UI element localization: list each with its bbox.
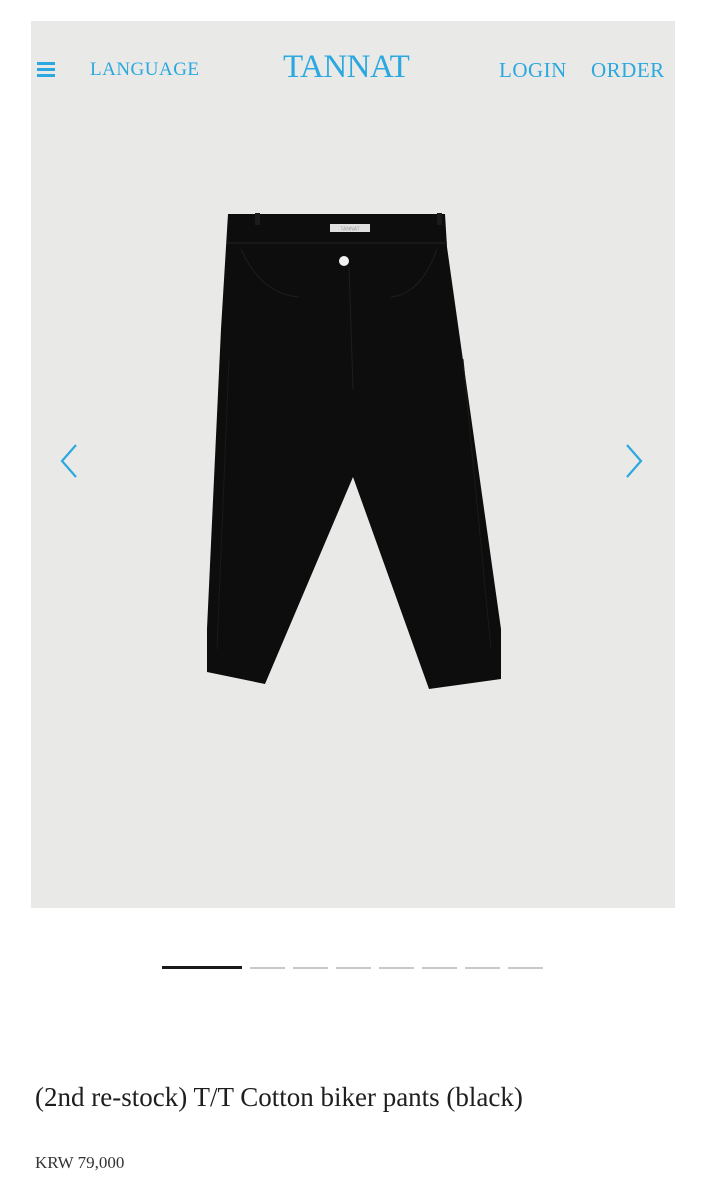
product-image-gallery[interactable]: LANGUAGE TANNAT LOGIN ORDER TANNAT [31,21,675,908]
slide-dot-7[interactable] [465,967,500,969]
chevron-left-icon [60,444,77,478]
product-photo-biker-pants: TANNAT [207,213,501,689]
slide-dot-4[interactable] [336,967,371,969]
product-title: (2nd re-stock) T/T Cotton biker pants (b… [35,1082,523,1112]
product-price: KRW 79,000 [35,1153,125,1172]
hamburger-menu-icon[interactable] [37,62,55,78]
slide-indicator [162,966,552,970]
slide-dot-6[interactable] [422,967,457,969]
slide-dot-8[interactable] [508,967,543,969]
order-link[interactable]: ORDER [591,58,665,83]
slide-dot-5[interactable] [379,967,414,969]
chevron-right-icon [626,444,643,478]
svg-text:TANNAT: TANNAT [340,227,359,233]
slide-dot-2[interactable] [250,967,285,969]
slide-dot-1[interactable] [162,966,242,969]
previous-image-button[interactable] [56,441,86,481]
top-nav: LANGUAGE TANNAT LOGIN ORDER [31,21,675,121]
login-link[interactable]: LOGIN [499,58,567,83]
next-image-button[interactable] [619,441,649,481]
language-link[interactable]: LANGUAGE [90,59,200,81]
slide-dot-3[interactable] [293,967,328,969]
brand-logo[interactable]: TANNAT [283,49,410,86]
